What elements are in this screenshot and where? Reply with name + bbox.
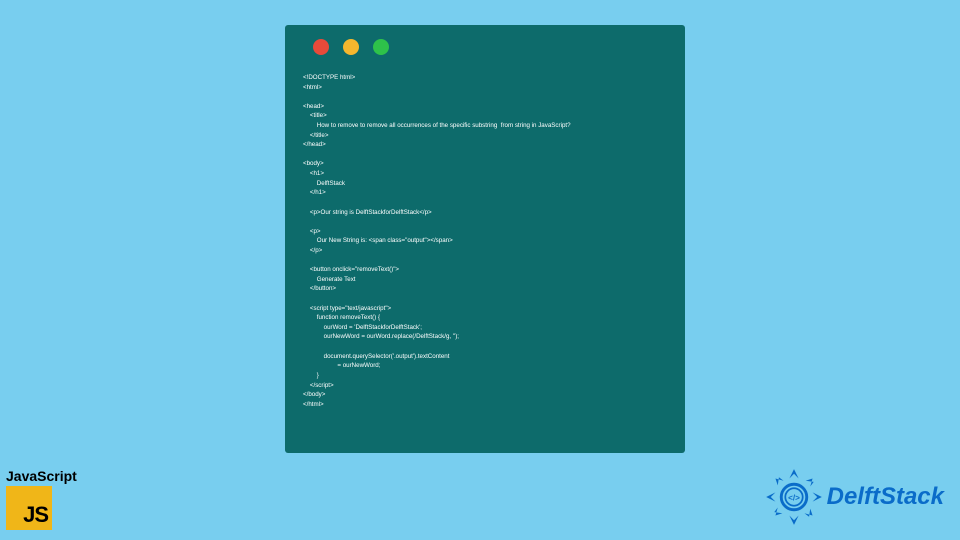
code-block: <!DOCTYPE html> <html> <head> <title> Ho… (303, 73, 667, 409)
traffic-lights (313, 39, 667, 55)
js-logo-text: JS (23, 502, 48, 528)
delftstack-logo: </> DelftStack (765, 468, 944, 526)
minimize-icon (343, 39, 359, 55)
javascript-badge: JavaScript JS (6, 468, 81, 530)
delftstack-icon: </> (765, 468, 823, 526)
js-logo-icon: JS (6, 486, 52, 530)
code-window: <!DOCTYPE html> <html> <head> <title> Ho… (285, 25, 685, 453)
svg-text:</>: </> (788, 493, 800, 502)
delftstack-text: DelftStack (827, 483, 944, 511)
close-icon (313, 39, 329, 55)
js-label: JavaScript (6, 468, 81, 484)
maximize-icon (373, 39, 389, 55)
